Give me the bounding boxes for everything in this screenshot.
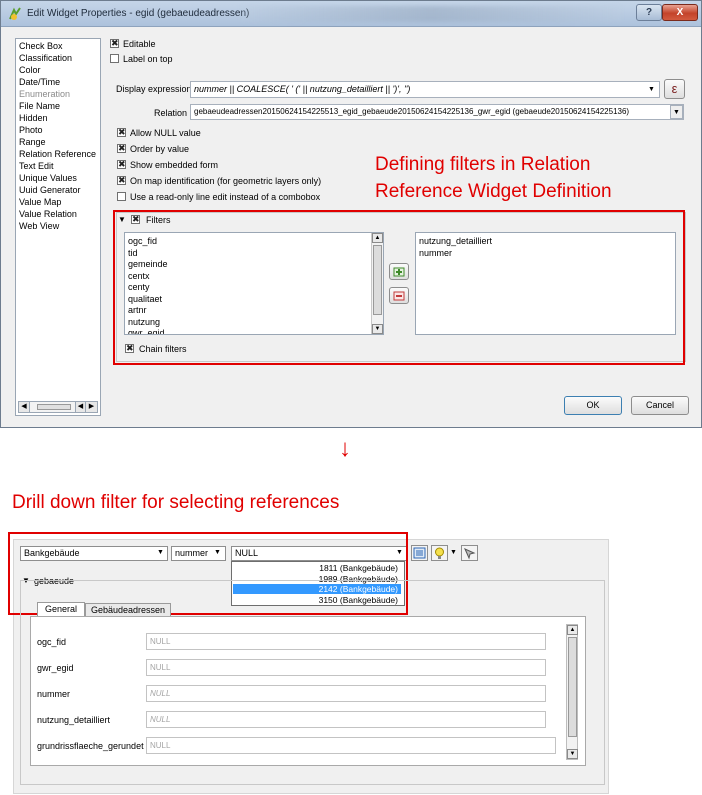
horizontal-scrollbar[interactable]: ◀ ◀ ▶: [18, 401, 98, 413]
relation-combobox[interactable]: gebaeudeadressen20150624154225513_egid_g…: [190, 104, 684, 120]
highlight-dropdown-arrow-icon[interactable]: ▼: [450, 549, 457, 556]
form-field-label: grundrissflaeche_gerundet: [37, 741, 144, 751]
widget-type-item[interactable]: Relation Reference: [19, 149, 96, 159]
tab-general[interactable]: General: [37, 602, 85, 616]
scroll-left-arrow-icon[interactable]: ◀: [19, 402, 30, 412]
down-arrow-icon: ↓: [339, 435, 351, 462]
ok-button[interactable]: OK: [564, 396, 622, 415]
map-identify-icon: [464, 548, 476, 560]
form-scroll-down-arrow-icon[interactable]: ▼: [567, 749, 578, 759]
widget-type-item[interactable]: Range: [19, 137, 46, 147]
option-label: Order by value: [130, 144, 190, 154]
display-expression-label: Display expression: [116, 84, 192, 94]
form-scroll-thumb[interactable]: [568, 637, 577, 737]
widget-type-item[interactable]: Web View: [19, 221, 59, 231]
title-bar-blur: [241, 6, 621, 22]
close-button[interactable]: X: [662, 4, 698, 21]
form-field-label: ogc_fid: [37, 637, 67, 647]
option-checkbox[interactable]: [117, 192, 126, 201]
widget-type-item[interactable]: Photo: [19, 125, 43, 135]
form-field-input[interactable]: NULL: [146, 633, 546, 650]
scroll-left-arrow-icon-2[interactable]: ◀: [75, 402, 86, 412]
option-checkbox[interactable]: ✖: [117, 144, 126, 153]
widget-type-item[interactable]: Classification: [19, 53, 72, 63]
expression-dropdown-arrow-icon[interactable]: ▼: [645, 83, 658, 97]
editable-label: Editable: [123, 39, 156, 49]
qgis-app-icon: [9, 7, 21, 20]
widget-type-list[interactable]: Check Box Classification Color Date/Time Enu…: [15, 38, 101, 416]
expression-builder-button[interactable]: ε: [664, 79, 685, 99]
option-label: On map identification (for geometric lay…: [130, 176, 322, 186]
option-label: Show embedded form: [130, 160, 219, 170]
window-title: Edit Widget Properties - egid (gebaeudea…: [27, 8, 250, 19]
cancel-button[interactable]: Cancel: [631, 396, 689, 415]
widget-type-item[interactable]: Hidden: [19, 113, 48, 123]
scroll-thumb[interactable]: [37, 404, 71, 410]
edit-widget-properties-dialog: Edit Widget Properties - egid (gebaeudea…: [0, 0, 702, 428]
option-checkbox[interactable]: ✖: [117, 128, 126, 137]
tab-gebaeudeadressen[interactable]: Gebäudeadressen: [85, 603, 171, 617]
widget-type-item[interactable]: Date/Time: [19, 77, 60, 87]
relation-dropdown-arrow-icon[interactable]: ▼: [670, 105, 683, 119]
option-label: Allow NULL value: [130, 128, 201, 138]
option-checkbox[interactable]: ✖: [117, 160, 126, 169]
widget-type-item[interactable]: Check Box: [19, 41, 63, 51]
option-checkbox[interactable]: ✖: [117, 176, 126, 185]
widget-type-item[interactable]: Value Map: [19, 197, 61, 207]
scroll-right-arrow-icon[interactable]: ▶: [86, 402, 97, 412]
display-expression-input[interactable]: nummer || COALESCE( ' (' || nutzung_deta…: [190, 81, 660, 98]
form-field-input[interactable]: NULL: [146, 685, 546, 702]
form-field-label: nummer: [37, 689, 71, 699]
open-form-button[interactable]: [411, 545, 428, 561]
form-field-label: gwr_egid: [37, 663, 74, 673]
filters-highlight-box: [113, 210, 685, 365]
widget-type-item[interactable]: File Name: [19, 101, 60, 111]
form-field-label: nutzung_detailliert: [37, 715, 111, 725]
form-field-input[interactable]: NULL: [146, 659, 546, 676]
widget-type-item[interactable]: Uuid Generator: [19, 185, 81, 195]
widget-type-item[interactable]: Enumeration: [19, 89, 70, 99]
form-vertical-scrollbar[interactable]: ▲ ▼: [566, 624, 578, 760]
map-identification-button[interactable]: [461, 545, 478, 561]
editable-checkbox[interactable]: ✖: [110, 39, 119, 48]
option-label: Use a read-only line edit instead of a c…: [130, 192, 321, 202]
help-button[interactable]: ?: [636, 4, 662, 21]
title-bar: Edit Widget Properties - egid (gebaeudea…: [1, 1, 701, 27]
widget-type-item[interactable]: Color: [19, 65, 41, 75]
drill-down-annotation: Drill down filter for selecting referenc…: [12, 492, 340, 513]
filters-annotation-line1: Defining filters in Relation: [375, 154, 591, 175]
form-field-input[interactable]: NULL: [146, 711, 546, 728]
widget-type-item[interactable]: Unique Values: [19, 173, 77, 183]
label-on-top-checkbox[interactable]: [110, 54, 119, 63]
label-on-top-label: Label on top: [123, 54, 173, 64]
lightbulb-icon: [435, 547, 444, 559]
widget-type-item[interactable]: Value Relation: [19, 209, 77, 219]
form-field-input[interactable]: NULL: [146, 737, 556, 754]
filters-annotation-line2: Reference Widget Definition: [375, 181, 612, 202]
form-scroll-up-arrow-icon[interactable]: ▲: [567, 625, 578, 635]
relation-label: Relation: [154, 108, 188, 118]
widget-type-item[interactable]: Text Edit: [19, 161, 54, 171]
form-icon: [413, 547, 426, 559]
highlight-feature-button[interactable]: [431, 545, 448, 561]
